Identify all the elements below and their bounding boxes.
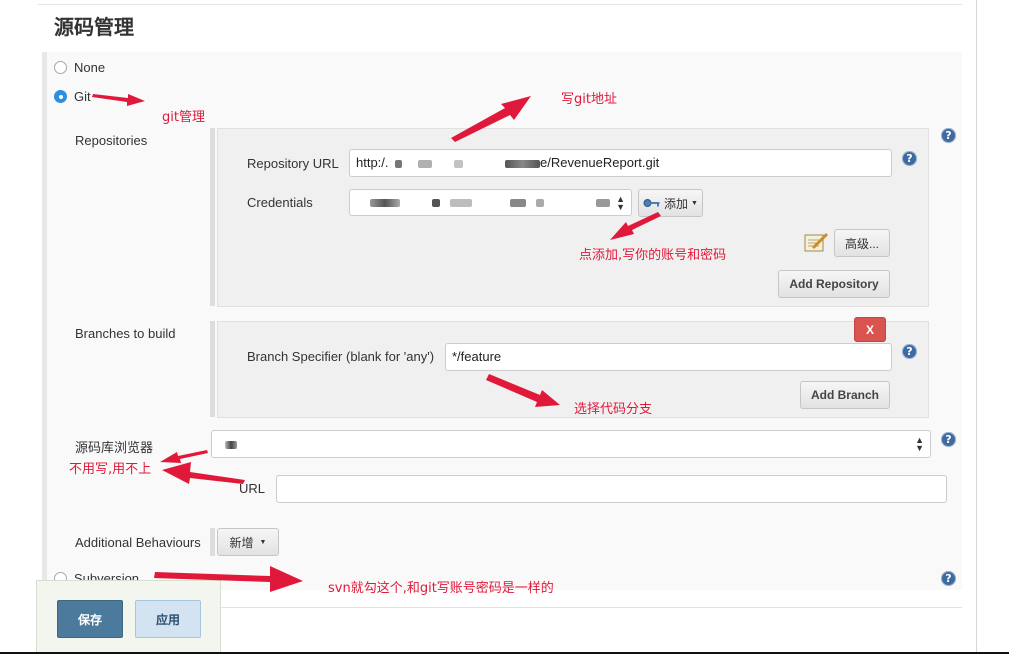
- annotation-arrow: [451, 96, 531, 142]
- annotation-arrows: [92, 94, 661, 592]
- annotation-arrow: [486, 374, 560, 407]
- annotation-no-need: 不用写,用不上: [69, 462, 152, 477]
- annotation-svn-note: svn就勾这个,和git写账号密码是一样的: [328, 581, 554, 596]
- annotation-arrow: [154, 566, 303, 592]
- annotation-git-manage: git管理: [162, 110, 205, 125]
- annotation-click-add: 点添加,写你的账号和密码: [579, 248, 727, 263]
- annotation-arrow: [92, 94, 145, 106]
- annotation-choose-branch: 选择代码分支: [574, 402, 653, 417]
- annotation-arrow: [610, 212, 661, 240]
- annotation-write-git-address: 写git地址: [561, 92, 617, 107]
- annotation-arrow: [162, 462, 245, 484]
- annotation-arrow: [160, 450, 208, 463]
